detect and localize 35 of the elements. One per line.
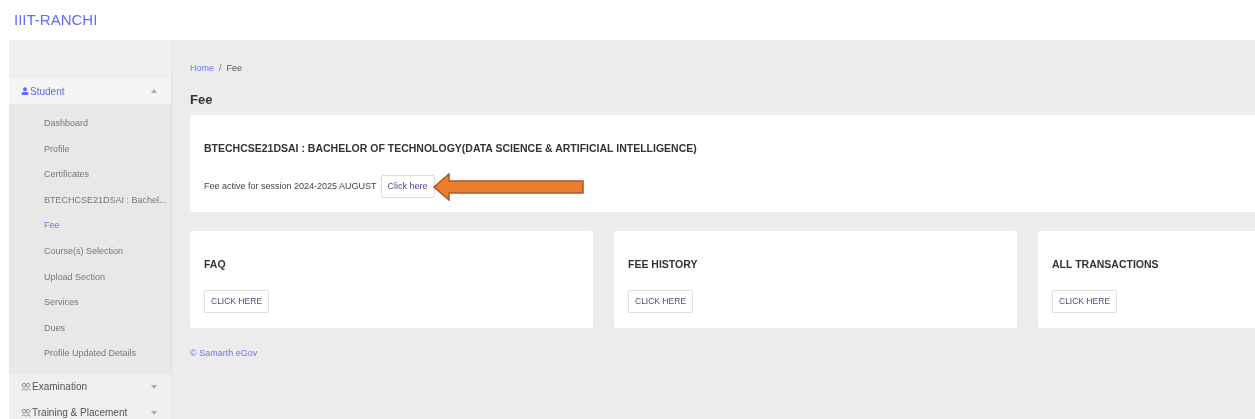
page-title: Fee: [190, 90, 214, 109]
session-text: Fee active for session 2024-2025 AUGUST: [204, 179, 377, 193]
click-here-button[interactable]: Click here: [380, 174, 435, 199]
group-label: Examination: [32, 380, 88, 395]
sidebar-group[interactable]: Student: [9, 78, 171, 104]
people-icon: [21, 382, 31, 391]
sidebar-item[interactable]: Fee: [9, 213, 171, 239]
breadcrumb-link[interactable]: Home: [190, 62, 214, 76]
person-icon: [21, 87, 29, 95]
sidebar-item[interactable]: Certificates: [9, 162, 171, 188]
brand-title[interactable]: IIIT-RANCHI: [14, 8, 98, 32]
breadcrumb-current: Fee: [226, 62, 243, 75]
group-label: Training & Placement: [32, 406, 128, 419]
card-title: FAQ: [204, 257, 227, 272]
footer-link[interactable]: © Samarth eGov: [190, 347, 1255, 361]
click-here-button[interactable]: CLICK HERE: [1052, 289, 1117, 313]
sidebar-item[interactable]: Dues: [9, 315, 171, 342]
caret-icon: [151, 89, 157, 93]
sidebar-item[interactable]: Upload Section: [9, 264, 171, 291]
group-label: Student: [30, 84, 65, 99]
sidebar-item[interactable]: Services: [9, 290, 171, 316]
people-icon: [21, 408, 31, 417]
sidebar-item[interactable]: Dashboard: [9, 111, 171, 137]
click-here-button[interactable]: CLICK HERE: [628, 289, 693, 313]
sidebar-item[interactable]: Course(s) Selection: [9, 238, 171, 265]
caret-icon: [151, 410, 157, 415]
program-title: BTECHCSE21DSAI : BACHELOR OF TECHNOLOGY(DATA SCIENCE & ARTIFICIAL INTELLIGENCE): [204, 141, 698, 156]
breadcrumb-separator: /: [219, 62, 222, 75]
card-title: ALL TRANSACTIONS: [1052, 257, 1160, 272]
card-title: FEE HISTORY: [628, 257, 699, 272]
sidebar-item[interactable]: Profile Updated Details: [9, 341, 171, 367]
caret-icon: [151, 384, 157, 389]
sidebar-item[interactable]: Profile: [9, 136, 171, 163]
click-here-button[interactable]: CLICK HERE: [204, 289, 269, 313]
sidebar-item[interactable]: BTECHCSE21DSAI : Bachel...: [9, 187, 171, 214]
